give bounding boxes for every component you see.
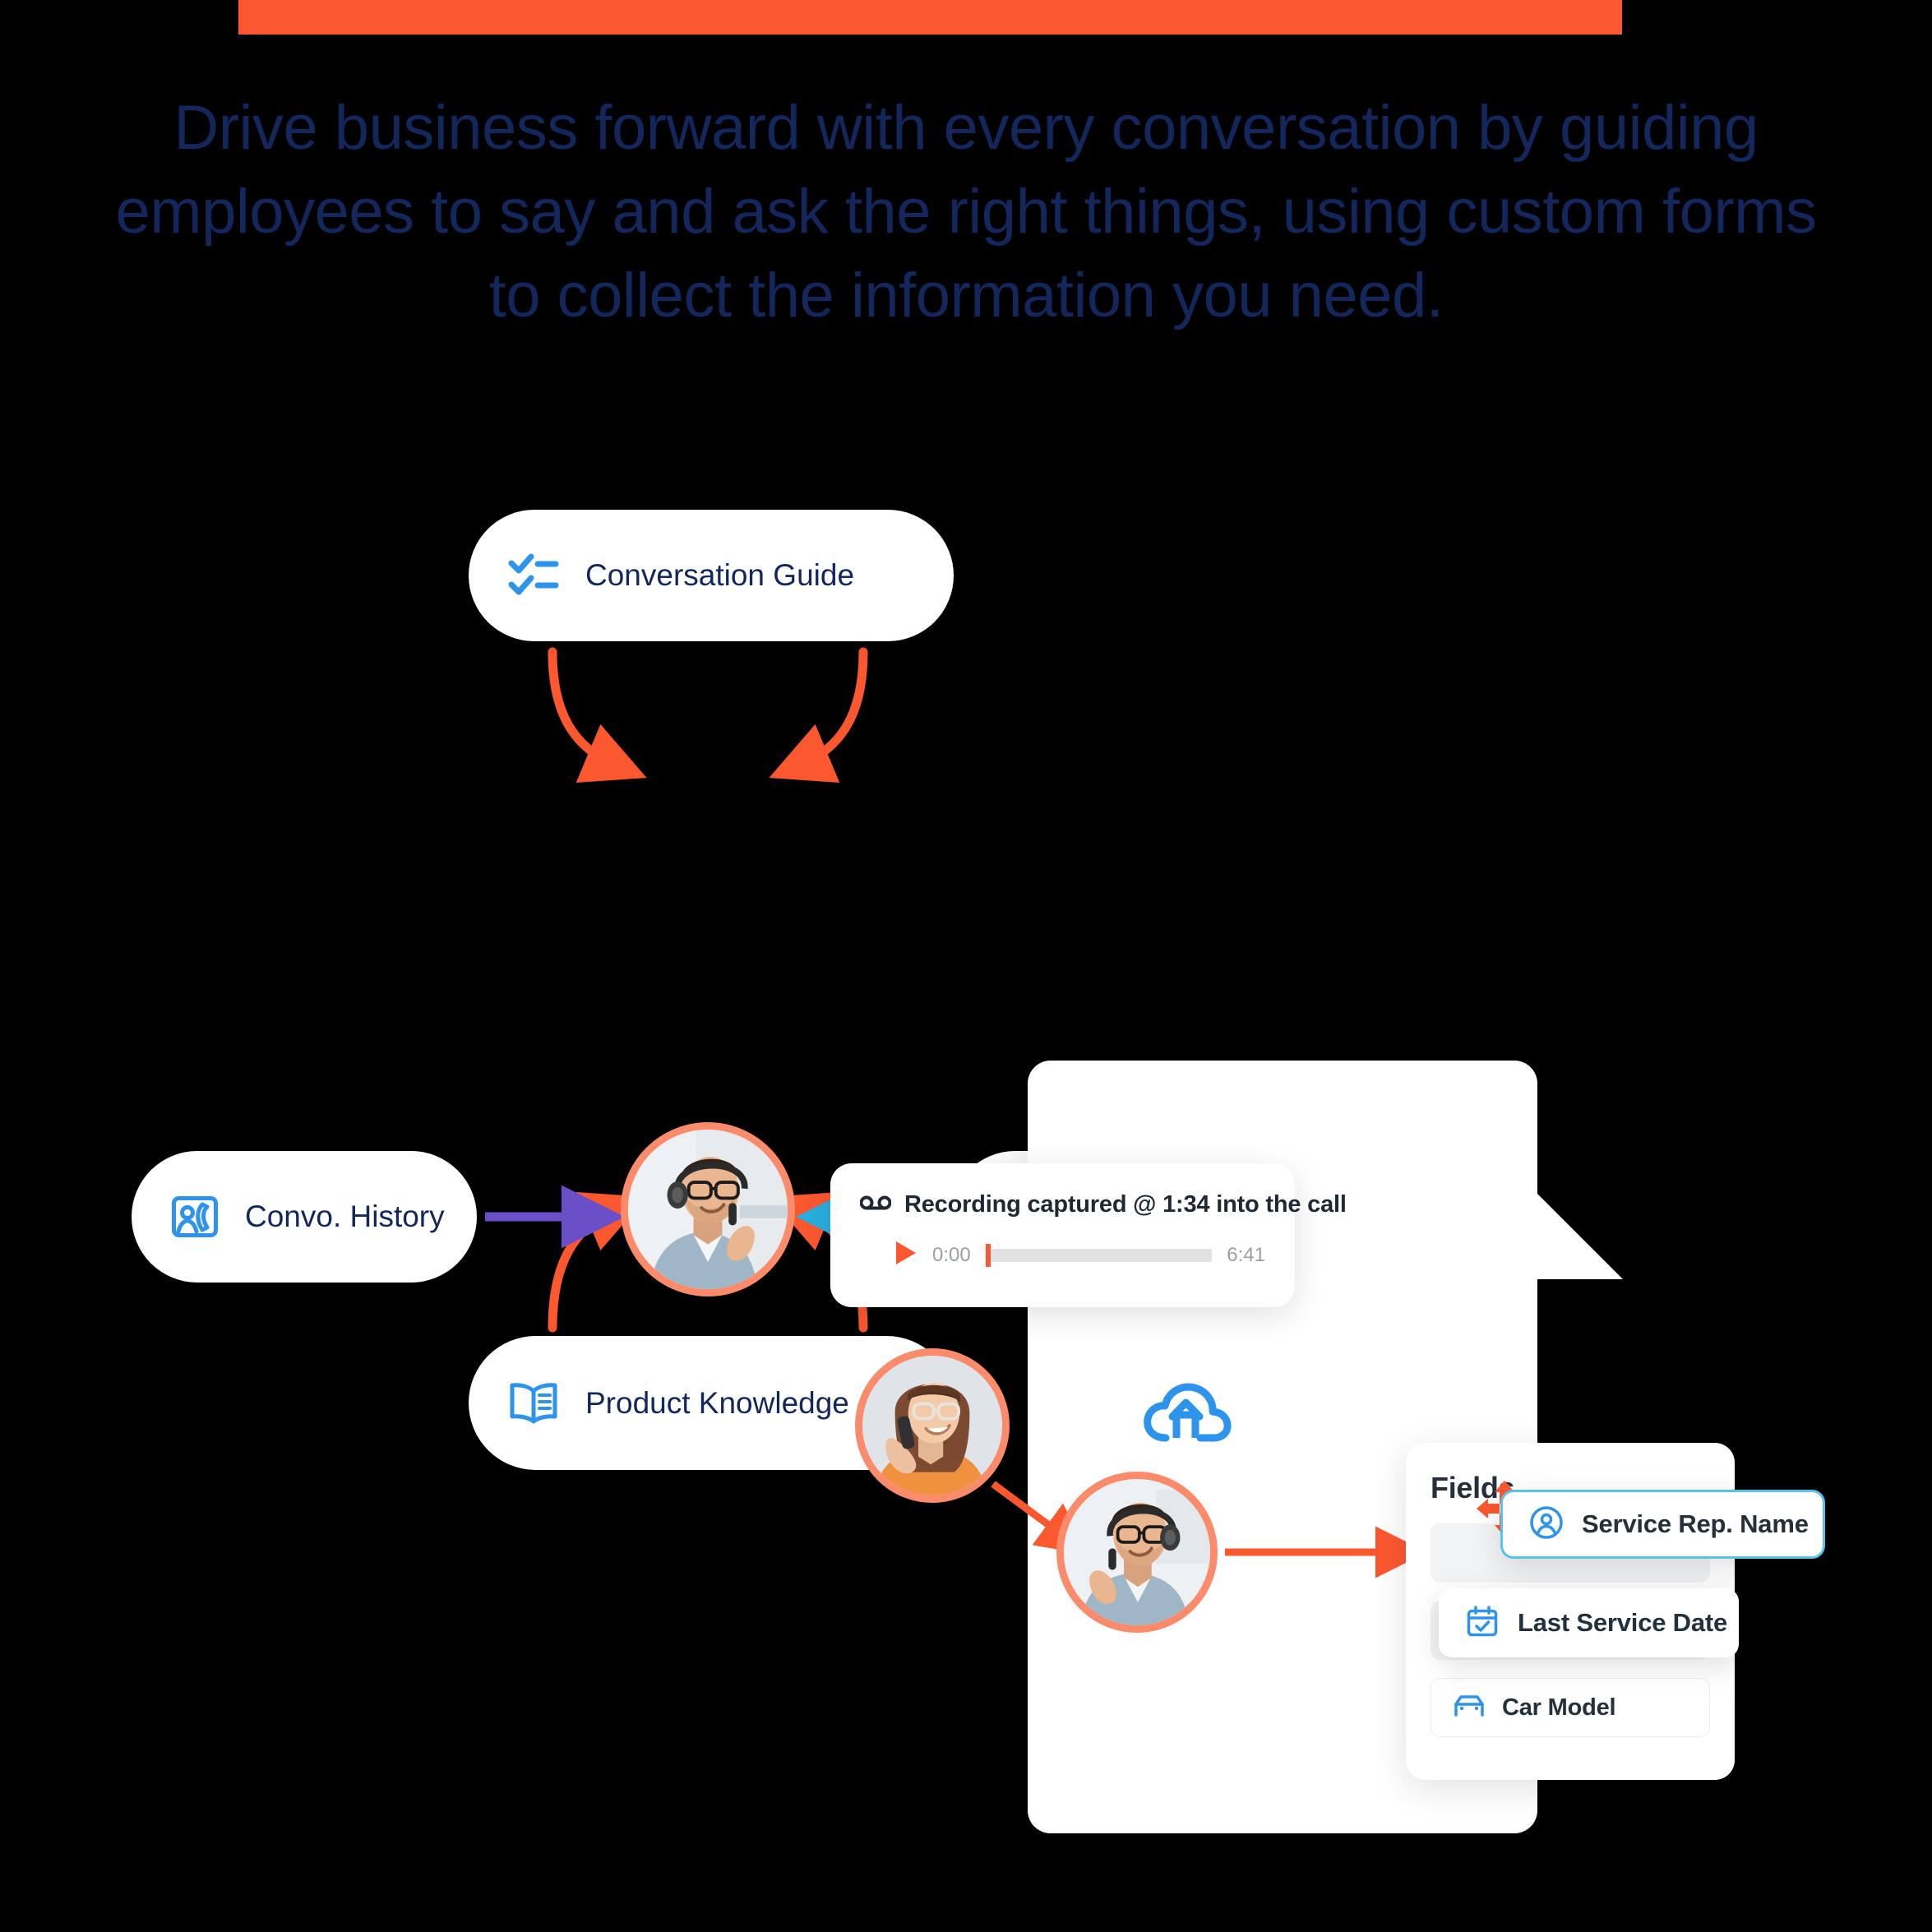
play-icon[interactable] [894, 1240, 917, 1270]
pill-label: Product Knowledge [585, 1385, 849, 1420]
field-chip-label: Service Rep. Name [1582, 1509, 1809, 1538]
arrow-upsell-to-hub-top [769, 647, 868, 783]
cloud-upload-icon [1143, 1377, 1232, 1452]
arrow-product-to-hub [548, 1192, 647, 1333]
field-chip-service-rep-name[interactable]: Service Rep. Name [1500, 1490, 1825, 1559]
progress-track[interactable] [985, 1243, 1213, 1267]
total-time: 6:41 [1227, 1243, 1265, 1266]
recording-card: Recording captured @ 1:34 into the call … [830, 1163, 1347, 1307]
arrow-guide-to-hub [548, 647, 647, 783]
recording-title-row: Recording captured @ 1:34 into the call [859, 1191, 1347, 1218]
document-folded-corner [1404, 1061, 1626, 1283]
calendar-check-icon [1465, 1604, 1500, 1643]
contact-card-icon [171, 1193, 219, 1241]
top-accent-bar [238, 0, 1622, 35]
field-row-car-model[interactable]: Car Model [1431, 1678, 1710, 1737]
field-label: Car Model [1502, 1694, 1616, 1721]
capability-hub: Conversation Guide Convo. History Produc… [0, 460, 1315, 1470]
user-circle-icon [1529, 1505, 1564, 1544]
page-headline: Drive business forward with every conver… [115, 93, 1817, 330]
recording-title: Recording captured @ 1:34 into the call [904, 1191, 1347, 1218]
voicemail-icon [859, 1195, 892, 1215]
pill-label: Convo. History [245, 1199, 445, 1233]
audio-player[interactable]: 0:00 6:41 [860, 1240, 1265, 1270]
agent-avatar [1056, 1472, 1218, 1633]
car-icon [1453, 1694, 1486, 1722]
current-time: 0:00 [932, 1243, 971, 1266]
field-chip-label: Last Service Date [1518, 1608, 1728, 1637]
checklist-icon [508, 552, 559, 599]
caller-avatar [855, 1348, 1010, 1503]
pill-convo-history[interactable]: Convo. History [132, 1151, 477, 1283]
pill-conversation-guide[interactable]: Conversation Guide [469, 510, 954, 641]
pill-label: Conversation Guide [585, 558, 855, 592]
form-capture-illustration: Recording captured @ 1:34 into the call … [830, 1036, 1932, 1858]
field-chip-last-service-date[interactable]: Last Service Date [1439, 1588, 1739, 1657]
open-book-icon [508, 1381, 559, 1426]
hub-center-avatar [621, 1122, 795, 1296]
playhead-handle[interactable] [985, 1243, 991, 1267]
